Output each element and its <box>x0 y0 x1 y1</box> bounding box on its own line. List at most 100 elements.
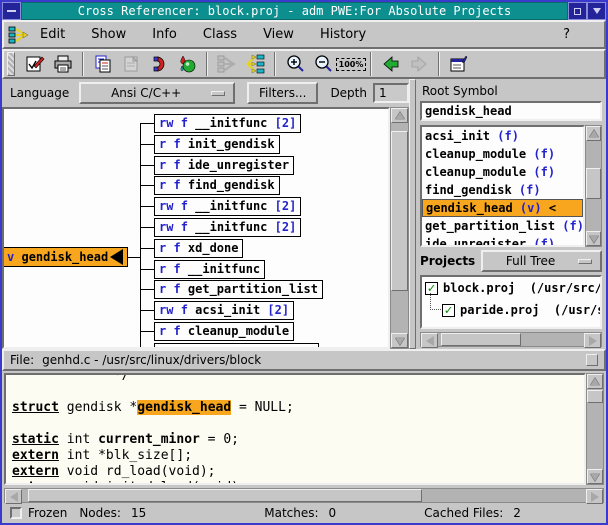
paste-icon[interactable] <box>118 52 144 76</box>
graph-node[interactable]: rw f __initfunc [2] <box>154 197 301 216</box>
symbol-list-item[interactable]: get_partition_list (f) <box>422 217 583 235</box>
graph-node[interactable]: rw f __initfunc [2] <box>154 114 301 133</box>
language-row: Language Ansi C/C++ Filters... Depth <box>2 79 409 107</box>
symbol-list-item[interactable]: ide_unregister (f) <box>422 235 583 247</box>
graph-node[interactable]: r f xd_done <box>154 239 243 258</box>
expand-tree-icon[interactable] <box>242 52 268 76</box>
graph-edge <box>140 185 154 186</box>
zoom-100-label: 100% <box>336 58 367 71</box>
graph-root-node[interactable]: v gendisk_head <box>2 247 128 267</box>
shade-button[interactable] <box>587 2 606 20</box>
back-icon[interactable] <box>378 52 404 76</box>
project-checkbox[interactable]: ✓ <box>442 304 455 317</box>
graph-pane: Language Ansi C/C++ Filters... Depth v g… <box>2 79 409 349</box>
code-line: struct gendisk *gendisk_head = NULL; <box>12 400 584 416</box>
toolbar-separator <box>206 52 208 76</box>
copy-icon[interactable] <box>90 52 116 76</box>
nodes-value: 15 <box>131 506 146 520</box>
scroll-down-arrow[interactable] <box>586 231 601 246</box>
symbol-list: acsi_init (f)cleanup_module (f)cleanup_m… <box>420 125 585 247</box>
window-properties-icon[interactable] <box>446 52 472 76</box>
filters-button[interactable]: Filters... <box>247 82 318 104</box>
graph-node[interactable] <box>154 343 319 349</box>
language-label: Language <box>10 86 69 100</box>
graph-edge <box>140 227 154 228</box>
project-tree-item[interactable]: ✓paride.proj (/usr/src <box>422 299 600 321</box>
frozen-checkbox[interactable] <box>10 507 22 519</box>
symbol-list-item[interactable]: find_gendisk (f) <box>422 181 583 199</box>
menu-history[interactable]: History <box>320 27 366 42</box>
zoom-in-icon[interactable] <box>282 52 308 76</box>
depth-input[interactable] <box>373 83 409 103</box>
file-header: File: genhd.c - /usr/src/linux/drivers/b… <box>2 349 606 371</box>
root-symbol-input[interactable] <box>420 101 602 121</box>
symbol-list-item[interactable]: cleanup_module (f) <box>422 145 583 163</box>
window-menu-button[interactable] <box>2 2 21 20</box>
scroll-down-arrow[interactable] <box>587 469 603 484</box>
menu-edit[interactable]: Edit <box>40 27 65 42</box>
menu-info[interactable]: Info <box>152 27 177 42</box>
graph-node[interactable]: r f __initfunc <box>154 260 265 279</box>
scroll-thumb[interactable] <box>587 390 603 403</box>
scroll-right-arrow[interactable] <box>586 489 603 504</box>
code-horizontal-scrollbar[interactable] <box>4 488 604 503</box>
graph-node[interactable]: rw f __initfunc [2] <box>154 218 301 237</box>
symbol-pane: Root Symbol acsi_init (f)cleanup_module … <box>416 79 606 349</box>
menu-show[interactable]: Show <box>91 27 126 42</box>
code-line <box>12 384 584 400</box>
scroll-right-arrow[interactable] <box>584 333 601 348</box>
scroll-thumb[interactable] <box>586 168 601 199</box>
print-icon[interactable] <box>50 52 76 76</box>
edit-note-icon[interactable] <box>22 52 48 76</box>
xref-graph-icon[interactable] <box>214 52 240 76</box>
scroll-up-arrow[interactable] <box>391 108 408 123</box>
vertical-splitter[interactable] <box>409 79 416 349</box>
toolbar-separator <box>274 52 276 76</box>
scroll-left-arrow[interactable] <box>421 333 438 348</box>
pane-sash-handle[interactable] <box>586 354 598 366</box>
highlighted-symbol[interactable]: gendisk_head <box>137 400 231 415</box>
forward-icon[interactable] <box>406 52 432 76</box>
symbol-list-item[interactable]: gendisk_head (v) < <box>422 199 583 217</box>
projects-view-option-menu[interactable]: Full Tree <box>481 250 602 272</box>
code-vertical-scrollbar[interactable] <box>586 373 604 485</box>
symbol-list-item[interactable]: acsi_init (f) <box>422 127 583 145</box>
menu-help[interactable]: ? <box>563 27 570 42</box>
graph-node[interactable]: r f cleanup_module <box>154 322 294 341</box>
magnet-icon[interactable] <box>146 52 172 76</box>
graph-node[interactable]: r f find_gendisk <box>154 176 280 195</box>
title-bar[interactable]: Cross Referencer: block.proj - adm PWE:F… <box>2 2 606 20</box>
menu-class[interactable]: Class <box>203 27 237 42</box>
maximize-button[interactable] <box>568 2 587 20</box>
projects-horizontal-scrollbar[interactable] <box>420 332 602 347</box>
code-line: static int current_minor = 0; <box>12 432 584 448</box>
graph-vertical-scrollbar[interactable] <box>390 107 409 349</box>
zoom-out-icon[interactable] <box>310 52 336 76</box>
menu-view[interactable]: View <box>263 27 294 42</box>
scroll-left-arrow[interactable] <box>5 489 22 504</box>
scroll-down-arrow[interactable] <box>391 333 408 348</box>
code-line: extern void initrd_load(void); <box>12 480 584 485</box>
window-menu-icon <box>7 10 16 12</box>
scroll-thumb[interactable] <box>441 333 521 346</box>
scroll-up-arrow[interactable] <box>586 126 601 141</box>
graph-node[interactable]: r f init_gendisk <box>154 135 280 154</box>
scroll-thumb[interactable] <box>28 489 423 502</box>
left-arrow-icon <box>110 249 123 265</box>
graph-node[interactable]: r f ide_unregister <box>154 156 294 175</box>
symbol-list-scrollbar[interactable] <box>585 125 602 247</box>
colorize-icon[interactable] <box>174 52 200 76</box>
graph-node[interactable]: r f get_partition_list <box>154 280 323 299</box>
upper-pane: Language Ansi C/C++ Filters... Depth v g… <box>2 79 606 349</box>
toolbar-grip[interactable] <box>7 52 15 76</box>
symbol-list-item[interactable]: cleanup_module (f) <box>422 163 583 181</box>
scroll-thumb[interactable] <box>391 131 408 291</box>
scroll-up-arrow[interactable] <box>587 374 603 389</box>
code-line: */ <box>12 373 584 384</box>
cached-files-value: 2 <box>513 506 521 520</box>
project-tree-item[interactable]: ✓block.proj (/usr/src/lin <box>422 277 600 299</box>
language-option-menu[interactable]: Ansi C/C++ <box>79 82 235 104</box>
graph-node[interactable]: rw f acsi_init [2] <box>154 301 294 320</box>
graph-edge <box>140 144 154 145</box>
zoom-100-icon[interactable]: 100% <box>338 52 364 76</box>
